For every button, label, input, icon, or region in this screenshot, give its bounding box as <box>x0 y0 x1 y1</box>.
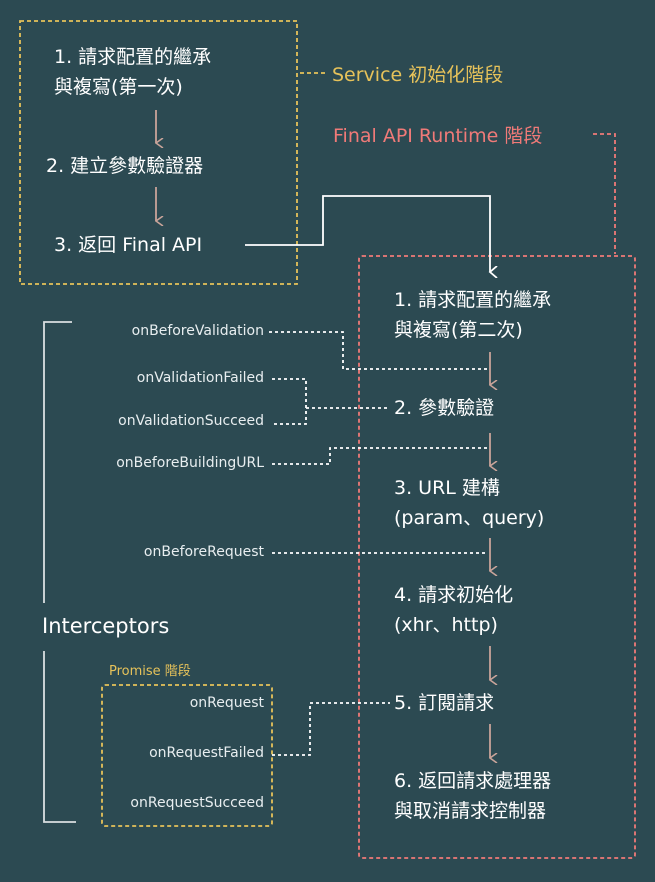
runtime-step-2: 2. 參數驗證 <box>394 397 495 419</box>
runtime-phase-title: Final API Runtime 階段 <box>333 125 543 147</box>
runtime-step-1: 1. 請求配置的繼承 與複寫(第二次) <box>394 289 552 341</box>
final-api-connector <box>245 195 490 272</box>
hook-on-request: onRequest <box>189 695 264 711</box>
hook-on-request-succeed: onRequestSucceed <box>130 795 264 811</box>
runtime-step-3: 3. URL 建構 (param、query) <box>394 477 545 529</box>
runtime-step-6: 6. 返回請求處理器 與取消請求控制器 <box>394 770 552 822</box>
hook-on-request-failed: onRequestFailed <box>149 745 264 761</box>
interceptors-bracket-bottom <box>43 651 76 823</box>
hook-on-validation-succeed: onValidationSucceed <box>118 413 264 429</box>
service-phase-title: Service 初始化階段 <box>332 64 504 86</box>
hook-on-validation-failed: onValidationFailed <box>136 370 264 386</box>
service-step-1: 1. 請求配置的繼承 與複寫(第一次) <box>54 46 212 98</box>
service-step-3: 3. 返回 Final API <box>54 234 203 256</box>
interceptors-label: Interceptors <box>42 614 170 638</box>
diagram-canvas <box>19 20 636 859</box>
promise-phase-title: Promise 階段 <box>109 664 191 679</box>
hook-on-before-validation: onBeforeValidation <box>131 323 264 339</box>
hook-on-before-request: onBeforeRequest <box>143 544 264 560</box>
hook-on-before-building-url: onBeforeBuildingURL <box>116 455 264 471</box>
hook-connector-before-building-url <box>272 447 488 465</box>
service-step-2: 2. 建立參數驗證器 <box>46 155 204 177</box>
runtime-title-connector <box>593 133 616 254</box>
hook-connector-request-failed <box>272 702 390 756</box>
runtime-step-4: 4. 請求初始化 (xhr、http) <box>394 584 514 636</box>
hook-connector-validation-failed <box>272 378 307 425</box>
runtime-step-5: 5. 訂閱請求 <box>394 692 495 714</box>
interceptors-bracket-top <box>43 321 72 603</box>
